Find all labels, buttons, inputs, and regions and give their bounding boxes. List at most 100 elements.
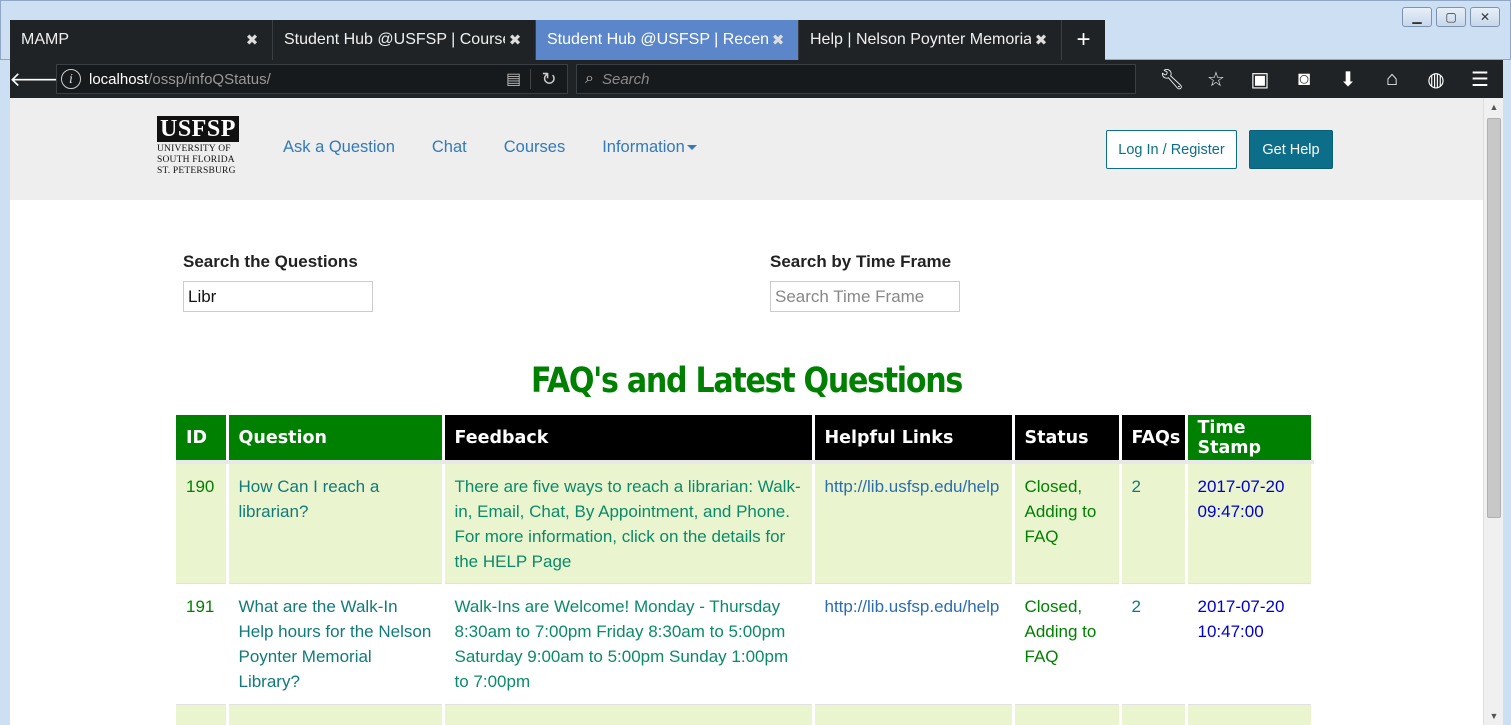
col-header-timestamp[interactable]: Time Stamp [1186,415,1314,464]
scroll-up-icon[interactable]: ▲ [1484,98,1504,116]
tab-recent-questions[interactable]: Student Hub @USFSP | Recent Qu ✖ [536,20,799,60]
nav-chat[interactable]: Chat [432,138,467,157]
wrench-icon[interactable]: 🔧︎ [1150,60,1194,98]
page-scrollbar[interactable]: ▲ ▼ [1483,98,1503,725]
toolbar-icons: 🔧︎ ☆ ▣ ◙ ⬇ ⌂ ◍ ☰ [1150,60,1502,98]
tab-title: Help | Nelson Poynter Memorial L [810,31,1031,48]
faq-title: FAQ's and Latest Questions [531,361,963,401]
cell-empty [176,704,229,725]
scroll-down-icon[interactable]: ▼ [1484,707,1504,725]
tab-title: Student Hub @USFSP | Courses [284,31,505,48]
tab-help-library[interactable]: Help | Nelson Poynter Memorial L ✖ [799,20,1062,60]
menu-icon[interactable]: ☰ [1458,60,1502,98]
table-row[interactable]: 191 What are the Walk-In Help hours for … [176,583,1314,705]
search-questions-input[interactable] [183,281,373,312]
col-header-feedback[interactable]: Feedback [443,415,815,464]
logo-line: ST. PETERSBURG [157,166,236,176]
window-frame-left [0,60,10,725]
nav-information-label: Information [602,138,685,156]
window-controls: ▁ ▢ ✕ [1402,7,1500,27]
cell-empty [1013,704,1122,725]
usfsp-logo[interactable]: USFSP UNIVERSITY OF SOUTH FLORIDA ST. PE… [157,116,245,178]
page-viewport: USFSP UNIVERSITY OF SOUTH FLORIDA ST. PE… [10,98,1483,725]
reload-icon[interactable]: ↻ [531,69,567,90]
pocket-icon[interactable]: ◙ [1282,60,1326,98]
maximize-button[interactable]: ▢ [1436,7,1466,27]
col-header-status[interactable]: Status [1013,415,1122,464]
url-host: localhost [89,70,149,88]
cell-helpful-link[interactable]: http://lib.usfsp.edu/help [813,462,1015,584]
logo-line: SOUTH FLORIDA [157,155,235,165]
col-header-helpful-links[interactable]: Helpful Links [813,415,1015,464]
cell-empty [1186,704,1314,725]
table-row[interactable] [176,704,1314,725]
home-icon[interactable]: ⌂ [1370,60,1414,98]
reader-view-icon[interactable]: ▤ [497,69,531,89]
minimize-button[interactable]: ▁ [1402,7,1432,27]
get-help-button[interactable]: Get Help [1249,130,1333,169]
browser-search-input[interactable] [601,70,1102,88]
search-timeframe-input[interactable] [770,281,960,312]
close-tab-icon[interactable]: ✖ [505,31,525,49]
faq-table: ID Question Feedback Helpful Links Statu… [176,415,1314,725]
nav-courses[interactable]: Courses [504,138,565,157]
globe-icon[interactable]: ◍ [1414,60,1458,98]
cell-id: 190 [176,462,229,584]
nav-information-dropdown[interactable]: Information [602,138,697,157]
col-header-id[interactable]: ID [176,415,229,464]
close-tab-icon[interactable]: ✖ [242,31,262,49]
cell-question: How Can I reach a librarian? [227,462,445,584]
close-tab-icon[interactable]: ✖ [1031,31,1051,49]
col-header-faqs[interactable]: FAQs [1120,415,1188,464]
bookmark-star-icon[interactable]: ☆ [1194,60,1238,98]
tab-title: Student Hub @USFSP | Recent Qu [547,31,768,48]
new-tab-button[interactable]: + [1062,20,1105,60]
close-tab-icon[interactable]: ✖ [768,31,788,49]
scrollbar-thumb[interactable] [1487,118,1501,518]
nav-ask-question[interactable]: Ask a Question [283,138,395,157]
cell-empty [1120,704,1188,725]
cell-empty [227,704,445,725]
tab-strip: MAMP ✖ Student Hub @USFSP | Courses ✖ St… [10,20,1105,60]
cell-id: 191 [176,583,229,705]
search-questions-label: Search the Questions [183,252,358,271]
cell-timestamp: 2017-07-20 09:47:00 [1186,462,1314,584]
cell-faqs: 2 [1120,462,1188,584]
cell-status: Closed, Adding to FAQ [1013,462,1122,584]
cell-feedback: Walk-Ins are Welcome! Monday - Thursday … [443,583,815,705]
cell-status: Closed, Adding to FAQ [1013,583,1122,705]
cell-question: What are the Walk-In Help hours for the … [227,583,445,705]
cell-helpful-link[interactable]: http://lib.usfsp.edu/help [813,583,1015,705]
logo-line: UNIVERSITY OF [157,144,231,154]
cell-timestamp: 2017-07-20 10:47:00 [1186,583,1314,705]
cell-faqs: 2 [1120,583,1188,705]
tab-courses[interactable]: Student Hub @USFSP | Courses ✖ [273,20,536,60]
main-nav: Ask a Question Chat Courses Information [283,138,734,157]
url-text[interactable]: localhost/ossp/infoQStatus/ [89,71,497,88]
download-icon[interactable]: ⬇ [1326,60,1370,98]
cell-empty [813,704,1015,725]
login-register-button[interactable]: Log In / Register [1106,130,1237,169]
info-icon[interactable]: i [61,69,81,89]
browser-toolbar: 🡐 i localhost/ossp/infoQStatus/ ▤ ↻ ⌕ 🔧︎… [9,60,1503,98]
url-bar[interactable]: i localhost/ossp/infoQStatus/ ▤ ↻ [56,64,568,94]
cell-feedback: There are five ways to reach a librarian… [443,462,815,584]
close-window-button[interactable]: ✕ [1470,7,1500,27]
tab-mamp[interactable]: MAMP ✖ [10,20,273,60]
table-header-row: ID Question Feedback Helpful Links Statu… [176,415,1314,464]
caret-down-icon [686,145,697,151]
logo-mark: USFSP [157,116,239,142]
back-arrow-icon[interactable]: 🡐 [9,65,63,93]
logo-subtitle: UNIVERSITY OF SOUTH FLORIDA ST. PETERSBU… [157,144,245,177]
tab-title: MAMP [21,31,69,48]
cell-empty [443,704,815,725]
search-icon: ⌕ [585,70,594,87]
window-frame-right [1503,60,1511,725]
url-path: /ossp/infoQStatus/ [148,70,271,88]
clipboard-icon[interactable]: ▣ [1238,60,1282,98]
table-row[interactable]: 190 How Can I reach a librarian? There a… [176,462,1314,584]
search-bar[interactable]: ⌕ [576,64,1136,94]
search-timeframe-label: Search by Time Frame [770,252,952,271]
site-header: USFSP UNIVERSITY OF SOUTH FLORIDA ST. PE… [10,98,1483,200]
col-header-question[interactable]: Question [227,415,445,464]
